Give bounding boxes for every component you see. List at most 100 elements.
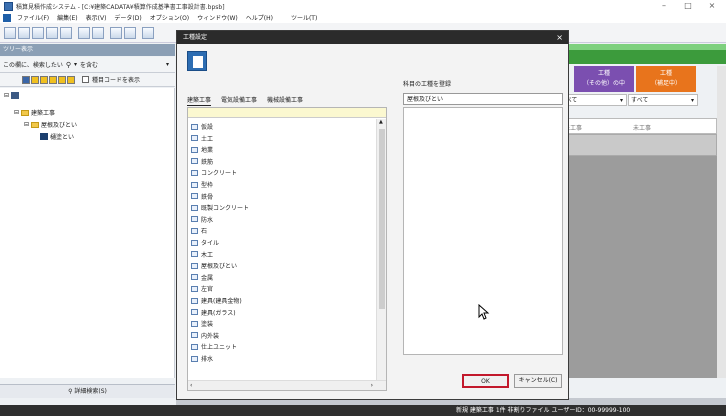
- toolbar-forward-button[interactable]: [18, 27, 30, 39]
- menu-edit[interactable]: 編集(E): [57, 13, 77, 22]
- list-item[interactable]: 仮設: [191, 122, 213, 131]
- list-item[interactable]: 地業: [191, 145, 213, 154]
- close-window-button[interactable]: ×: [702, 0, 722, 12]
- document-icon: [191, 320, 198, 327]
- filter-select-2[interactable]: すべて ▾: [628, 94, 698, 106]
- ok-button[interactable]: OK: [462, 374, 509, 388]
- tree-search-option[interactable]: を含む: [80, 60, 98, 69]
- right-scrollbar[interactable]: [717, 66, 726, 378]
- collapse-icon[interactable]: ⊟: [4, 92, 9, 99]
- document-icon: [191, 227, 198, 234]
- list-item[interactable]: 鉄筋: [191, 157, 213, 166]
- collapse-icon[interactable]: ⊟: [14, 109, 19, 116]
- document-icon: [191, 193, 198, 200]
- document-icon: [191, 239, 198, 246]
- collapse-icon[interactable]: ⊟: [24, 121, 29, 128]
- color-filter-5-icon[interactable]: [58, 75, 66, 84]
- tree-node-label: 屋根及びとい: [41, 122, 78, 129]
- registered-process-input[interactable]: 屋根及びとい: [403, 93, 563, 105]
- list-item[interactable]: 金属: [191, 273, 213, 282]
- category-tabs: 建築工事 電気設備工事 機械設備工事: [187, 95, 303, 106]
- process-list: 仮設土工地業鉄筋コンクリート 型枠鉄骨既製コンクリート 防水石タイル木工屋根及びとい…: [187, 107, 387, 391]
- tree-node-roof[interactable]: ⊟ 屋根及びとい: [24, 120, 77, 129]
- list-item[interactable]: 左官: [191, 284, 213, 293]
- tab-mechanical[interactable]: 機械設備工事: [267, 95, 303, 106]
- list-item[interactable]: 排水: [191, 354, 213, 363]
- tab-building[interactable]: 建築工事: [187, 95, 212, 106]
- toolbar-settings-button[interactable]: [142, 27, 154, 39]
- tree-node-label: 建築工事: [31, 110, 56, 117]
- list-item[interactable]: 仕上ユニット: [191, 342, 237, 351]
- list-item-label: 土工: [201, 135, 214, 143]
- list-item[interactable]: 木工: [191, 250, 213, 259]
- list-item[interactable]: 既製コンクリート: [191, 203, 249, 212]
- toolbar-save-button[interactable]: [60, 27, 72, 39]
- list-item[interactable]: コンクリート: [191, 168, 237, 177]
- menu-help[interactable]: ヘルプ(H): [246, 13, 273, 22]
- column-header-other[interactable]: 工種 （その他）の中: [574, 66, 634, 92]
- list-vertical-scrollbar[interactable]: ▲: [376, 119, 386, 381]
- list-item[interactable]: 屋根及びとい: [191, 261, 237, 270]
- list-item[interactable]: 内外装: [191, 331, 219, 340]
- list-search-row[interactable]: [188, 108, 386, 118]
- dialog-title: 工種設定 ×: [177, 31, 568, 44]
- minimize-button[interactable]: –: [654, 0, 674, 12]
- list-item[interactable]: 建具(建具金物): [191, 296, 242, 305]
- scroll-left-icon[interactable]: ‹: [190, 382, 192, 389]
- document-icon: [191, 274, 198, 281]
- menu-view[interactable]: 表示(V): [86, 13, 107, 22]
- scroll-thumb[interactable]: [379, 129, 385, 309]
- list-item-label: 金属: [201, 274, 214, 282]
- tree-node-gutter[interactable]: 樋塗とい: [40, 132, 74, 141]
- menu-window[interactable]: ウィンドウ(W): [197, 13, 238, 22]
- list-item[interactable]: タイル: [191, 238, 219, 247]
- tree-root[interactable]: ⊟: [4, 92, 20, 99]
- menu-data[interactable]: データ(D): [114, 13, 141, 22]
- tree-search-bar: この欄に、検索したい ⚲ ▾ を含む ▾: [0, 57, 175, 73]
- menu-tools[interactable]: ツール(T): [291, 13, 317, 22]
- list-item[interactable]: 塗装: [191, 319, 213, 328]
- color-filter-1-icon[interactable]: [22, 75, 30, 84]
- scroll-up-icon[interactable]: ▲: [379, 119, 383, 125]
- menu-options[interactable]: オプション(O): [150, 13, 189, 22]
- toolbar-paste-button[interactable]: [124, 27, 136, 39]
- detail-search-button[interactable]: ⚲ 詳細検索(S): [0, 384, 175, 398]
- table-row[interactable]: [557, 134, 717, 156]
- list-item-label: 木工: [201, 251, 214, 259]
- cancel-button[interactable]: キャンセル(C): [514, 374, 562, 388]
- list-item[interactable]: 防水: [191, 215, 213, 224]
- color-filter-4-icon[interactable]: [49, 75, 57, 84]
- list-item[interactable]: 型枠: [191, 180, 213, 189]
- tree-node-building[interactable]: ⊟ 建築工事: [14, 108, 55, 117]
- list-horizontal-scrollbar[interactable]: ‹ ›: [188, 380, 386, 390]
- show-code-checkbox[interactable]: [82, 76, 89, 83]
- list-item-label: 内外装: [201, 332, 220, 340]
- list-item[interactable]: 石: [191, 226, 207, 235]
- chevron-down-icon[interactable]: ▾: [166, 61, 169, 68]
- column-header-supplement[interactable]: 工種 （補足中）: [636, 66, 696, 92]
- color-filter-6-icon[interactable]: [67, 75, 75, 84]
- list-item-label: 排水: [201, 356, 214, 363]
- scroll-right-icon[interactable]: ›: [371, 382, 373, 389]
- color-filter-3-icon[interactable]: [40, 75, 48, 84]
- tab-electrical[interactable]: 電気設備工事: [221, 95, 257, 106]
- close-icon[interactable]: ×: [556, 31, 563, 44]
- table-row[interactable]: 未工事 未工事: [557, 118, 717, 134]
- color-filter-2-icon[interactable]: [31, 75, 39, 84]
- menu-file[interactable]: ファイル(F): [17, 13, 49, 22]
- list-item[interactable]: 土工: [191, 134, 213, 143]
- toolbar-copy-button[interactable]: [110, 27, 122, 39]
- search-icon[interactable]: ⚲: [66, 61, 71, 69]
- toolbar-preview-button[interactable]: [92, 27, 104, 39]
- maximize-button[interactable]: □: [678, 0, 698, 12]
- system-menu-icon[interactable]: [3, 13, 11, 22]
- toolbar-back-button[interactable]: [4, 27, 16, 39]
- filter-dropdown-icon[interactable]: ▾: [74, 61, 77, 68]
- toolbar-print-button[interactable]: [78, 27, 90, 39]
- list-item[interactable]: 鉄骨: [191, 192, 213, 201]
- table-cell: 未工事: [633, 125, 652, 132]
- toolbar-open-button[interactable]: [46, 27, 58, 39]
- tree-search-input[interactable]: この欄に、検索したい: [3, 60, 63, 69]
- list-item[interactable]: 建具(ガラス): [191, 308, 236, 317]
- toolbar-new-button[interactable]: [32, 27, 44, 39]
